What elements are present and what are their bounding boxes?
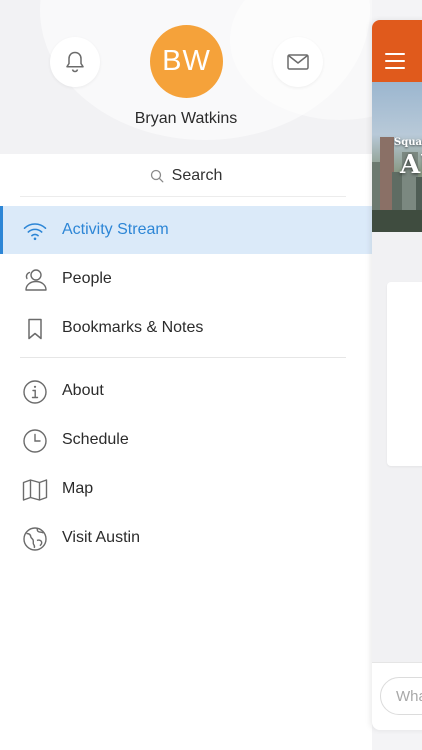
menu-item-label: Visit Austin <box>62 529 140 546</box>
avatar[interactable]: BW <box>150 25 223 98</box>
menu-item-schedule[interactable]: Schedule <box>0 416 372 464</box>
menu-item-activity-stream[interactable]: Activity Stream <box>0 206 372 254</box>
menu-item-about[interactable]: About <box>0 367 372 415</box>
hamburger-icon[interactable] <box>385 53 405 69</box>
event-banner-image[interactable]: Squar AU <box>372 82 422 232</box>
clock-icon <box>22 428 48 454</box>
menu-item-label: Bookmarks & Notes <box>62 319 204 336</box>
main-content-panel[interactable]: Squar AU <box>372 20 422 730</box>
menu-item-label: Map <box>62 480 94 497</box>
content-card[interactable] <box>387 282 422 466</box>
mail-icon <box>287 54 309 70</box>
map-icon <box>22 477 48 503</box>
search-icon <box>150 169 164 183</box>
divider <box>20 196 346 197</box>
wifi-icon <box>22 218 48 244</box>
banner-title-line: Squar <box>394 137 422 148</box>
navigation-drawer: BW Bryan Watkins Search Activity Stream … <box>0 0 372 750</box>
avatar-initials: BW <box>162 45 211 77</box>
menu-item-people[interactable]: People <box>0 255 372 303</box>
menu-item-visit-austin[interactable]: Visit Austin <box>0 514 372 562</box>
compose-bar <box>372 662 422 730</box>
menu-item-label: About <box>62 382 104 399</box>
messages-button[interactable] <box>273 37 323 87</box>
menu-item-label: People <box>62 270 112 287</box>
notifications-button[interactable] <box>50 37 100 87</box>
globe-icon <box>22 526 48 552</box>
divider <box>20 357 346 358</box>
compose-input[interactable] <box>380 677 422 715</box>
top-bar <box>372 20 422 82</box>
bell-icon <box>66 51 84 73</box>
profile-header: BW Bryan Watkins <box>0 0 372 154</box>
menu-item-label: Activity Stream <box>62 221 169 238</box>
search-label: Search <box>171 167 223 184</box>
bookmark-icon <box>22 316 48 342</box>
user-name[interactable]: Bryan Watkins <box>0 110 372 128</box>
search-field[interactable]: Search <box>0 154 372 198</box>
info-icon <box>22 379 48 405</box>
banner-title-city: AU <box>400 150 422 180</box>
menu-item-bookmarks-notes[interactable]: Bookmarks & Notes <box>0 304 372 352</box>
person-icon <box>22 267 48 293</box>
menu-item-map[interactable]: Map <box>0 465 372 513</box>
menu-item-label: Schedule <box>62 431 129 448</box>
